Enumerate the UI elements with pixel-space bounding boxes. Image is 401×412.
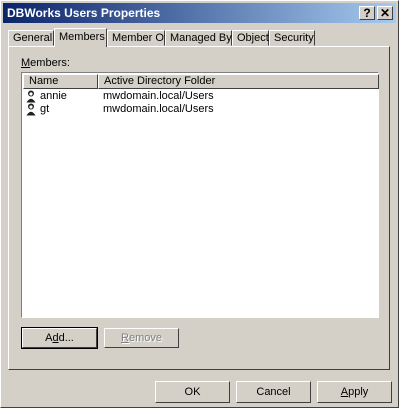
member-folder: mwdomain.local/Users [103,90,214,102]
list-item[interactable]: gt mwdomain.local/Users [23,103,373,116]
tab-general[interactable]: General [8,30,54,46]
member-name: annie [40,90,67,102]
member-folder: mwdomain.local/Users [103,103,214,115]
column-header-name[interactable]: Name [23,74,98,89]
tab-object[interactable]: Object [232,30,269,46]
help-button[interactable]: ? [359,6,375,20]
close-button[interactable]: ✕ [377,6,393,20]
cancel-button[interactable]: Cancel [236,381,311,403]
list-item[interactable]: annie mwdomain.local/Users [23,90,373,103]
list-header: Name Active Directory Folder [23,74,379,89]
window-title: DBWorks Users Properties [7,6,161,20]
tab-members[interactable]: Members [54,28,107,47]
title-bar[interactable]: DBWorks Users Properties ? ✕ [3,3,396,23]
remove-button[interactable]: Remove [104,328,179,348]
members-list[interactable]: Name Active Directory Folder annie mwdom… [21,72,379,318]
column-header-folder[interactable]: Active Directory Folder [98,74,379,89]
user-icon [26,90,36,103]
close-icon: ✕ [379,6,391,20]
members-label: Members: [21,57,70,69]
tab-security[interactable]: Security [269,30,315,46]
member-name: gt [40,103,50,115]
tab-managed-by[interactable]: Managed By [165,30,232,46]
user-icon [26,103,36,116]
apply-button[interactable]: Apply [317,381,392,403]
tab-member-of[interactable]: Member Of [107,30,167,46]
add-button[interactable]: Add... [21,327,98,349]
ok-button[interactable]: OK [155,381,230,403]
